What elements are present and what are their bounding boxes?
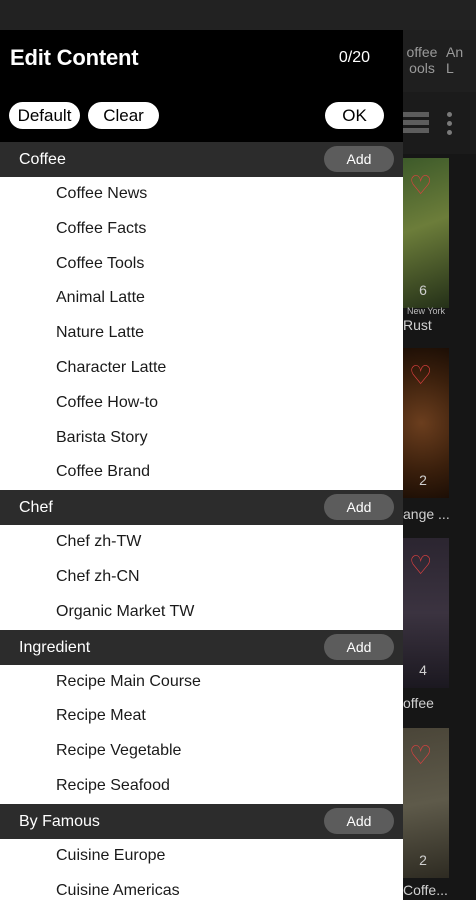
section-list: Coffee Add Coffee News Coffee Facts Coff… (0, 142, 403, 900)
content-item[interactable]: Recipe Vegetable (0, 734, 403, 769)
content-item[interactable]: Coffee News (0, 177, 403, 212)
content-item[interactable]: Coffee Brand (0, 455, 403, 491)
section-title: Ingredient (19, 638, 91, 656)
add-button[interactable]: Add (324, 494, 394, 521)
content-item[interactable]: Animal Latte (0, 281, 403, 317)
section-title: By Famous (19, 812, 100, 830)
card-like-count: 2 (419, 852, 427, 868)
card-caption: Coffe... (403, 882, 448, 898)
section-title: Coffee (19, 151, 66, 168)
heart-icon[interactable]: ♡ (409, 362, 432, 388)
selection-counter: 0/20 (338, 49, 370, 66)
ok-button[interactable]: OK (325, 102, 384, 129)
add-button[interactable]: Add (324, 807, 394, 834)
heart-icon[interactable]: ♡ (409, 742, 432, 768)
status-bar (0, 0, 476, 30)
add-button[interactable]: Add (324, 146, 394, 172)
content-item[interactable]: Cuisine Europe (0, 838, 403, 874)
list-view-icon[interactable] (403, 112, 429, 136)
drawer-title: Edit Content (10, 45, 139, 70)
content-item[interactable]: Chef zh-TW (0, 525, 403, 560)
heart-icon[interactable]: ♡ (409, 172, 432, 198)
content-item[interactable]: Coffee How-to (0, 385, 403, 421)
card-caption: ange ... (403, 506, 450, 522)
section-title: Chef (19, 499, 53, 517)
add-button[interactable]: Add (324, 633, 394, 660)
background-tab-animal-latte[interactable]: An L (446, 44, 476, 76)
background-card[interactable]: ♡ 6 New York Rust (403, 158, 449, 338)
default-button[interactable]: Default (9, 102, 80, 129)
section-header-ingredient: Ingredient Add (0, 629, 403, 665)
heart-icon[interactable]: ♡ (409, 552, 432, 578)
card-like-count: 2 (419, 472, 427, 488)
background-card[interactable]: ♡ 4 offee (403, 538, 449, 718)
drawer-header: Edit Content 0/20 Default Clear OK (0, 30, 403, 142)
clear-button[interactable]: Clear (88, 102, 159, 129)
card-caption: Rust (403, 317, 432, 333)
section-header-coffee: Coffee Add (0, 142, 403, 177)
content-item[interactable]: Coffee Facts (0, 211, 403, 247)
card-subcaption: New York (407, 306, 446, 316)
section-header-by-famous: By Famous Add (0, 803, 403, 839)
background-card[interactable]: ♡ 2 ange ... (403, 348, 450, 528)
content-item[interactable]: Recipe Main Course (0, 664, 403, 700)
content-item[interactable]: Recipe Meat (0, 699, 403, 735)
content-item[interactable]: Nature Latte (0, 316, 403, 351)
content-item[interactable]: Cuisine Americas (0, 873, 403, 900)
content-item[interactable]: Recipe Seafood (0, 768, 403, 804)
content-item[interactable]: Coffee Tools (0, 246, 403, 282)
edit-content-drawer: Edit Content 0/20 Default Clear OK Coffe… (0, 30, 403, 900)
section-header-chef: Chef Add (0, 490, 403, 526)
card-like-count: 4 (419, 662, 427, 678)
content-item[interactable]: Barista Story (0, 420, 403, 456)
more-options-icon[interactable] (447, 112, 453, 136)
card-caption: offee (403, 695, 434, 711)
content-item[interactable]: Chef zh-CN (0, 559, 403, 595)
content-item[interactable]: Organic Market TW (0, 594, 403, 630)
card-like-count: 6 (419, 282, 427, 298)
content-item[interactable]: Character Latte (0, 350, 403, 386)
background-card[interactable]: ♡ 2 Coffe... (403, 728, 449, 900)
